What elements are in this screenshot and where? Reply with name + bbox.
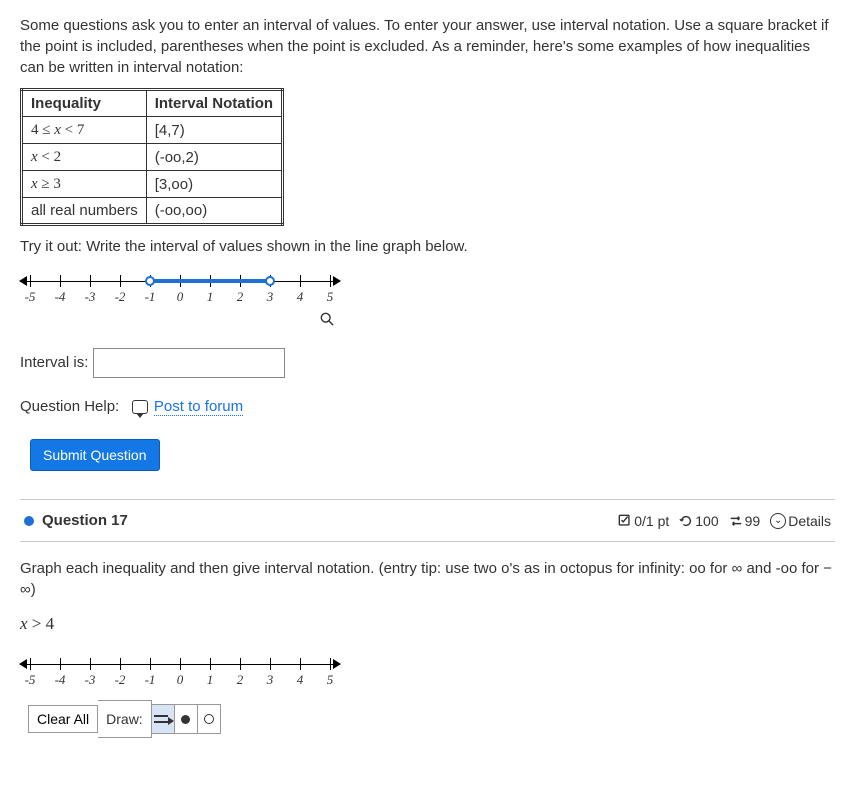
tryit-text: Try it out: Write the interval of values… [20, 238, 835, 255]
magnifier-icon[interactable] [320, 312, 334, 329]
arrow-right-icon [333, 659, 341, 669]
checkbox-icon [618, 514, 632, 528]
attempts-badge: 99 [729, 513, 761, 529]
tick-label: -4 [48, 672, 72, 688]
numberline-drawing[interactable]: -5 -4 -3 -2 -1 012345 [20, 652, 340, 692]
tick-label: 4 [288, 672, 312, 688]
retries-badge: 100 [679, 513, 718, 529]
table-row: x ≥ 3 [3,oo) [22, 171, 283, 198]
filled-dot-icon [181, 715, 190, 724]
score-badge: 0/1 pt [618, 513, 669, 529]
tick-label: -3 [78, 672, 102, 688]
intro-text: Some questions ask you to enter an inter… [20, 15, 835, 78]
draw-label: Draw: [98, 700, 152, 738]
tick-label: -1 [138, 672, 162, 688]
tick-label: -5 [18, 672, 42, 688]
help-label: Question Help: [20, 398, 119, 415]
post-forum-link[interactable]: Post to forum [154, 398, 243, 416]
tick-label: -5 [18, 289, 42, 305]
question-title: Question 17 [42, 512, 128, 529]
closed-point-tool-button[interactable] [175, 704, 198, 734]
details-link[interactable]: ⌄ Details [770, 513, 831, 529]
tick-label: 2 [228, 672, 252, 688]
tick-label: 3 [258, 672, 282, 688]
draw-toolbar: Clear All Draw: [28, 700, 835, 738]
arrow-right-icon [333, 276, 341, 286]
tick-label: -3 [78, 289, 102, 305]
swap-icon [729, 514, 743, 528]
tick-label: 0 [168, 289, 192, 305]
interval-input[interactable] [93, 348, 285, 378]
tick-label: -4 [48, 289, 72, 305]
status-dot-icon [24, 516, 34, 526]
open-point-tool-button[interactable] [198, 704, 221, 734]
inequality-expr: x > 4 [20, 614, 835, 634]
interval-label: Interval is: [20, 354, 88, 371]
table-row: all real numbers (-oo,oo) [22, 198, 283, 225]
ray-icon [154, 714, 172, 724]
header-notation: Interval Notation [146, 90, 282, 117]
tick-label: 5 [318, 672, 342, 688]
submit-button[interactable]: Submit Question [30, 439, 160, 471]
question-body: Graph each inequality and then give inte… [20, 558, 835, 600]
table-row: x < 2 (-oo,2) [22, 144, 283, 171]
tick-label: 1 [198, 672, 222, 688]
chevron-down-icon: ⌄ [770, 513, 786, 529]
header-inequality: Inequality [22, 90, 147, 117]
tick-label: -2 [108, 672, 132, 688]
tick-label: 5 [318, 289, 342, 305]
ray-tool-button[interactable] [152, 704, 175, 734]
tick-label: 0 [168, 672, 192, 688]
chat-icon [132, 400, 148, 414]
numberline-graph: -5 -4 -3 -2 -1 012345 [20, 269, 340, 309]
tick-label: -1 [138, 289, 162, 305]
tick-label: 3 [258, 289, 282, 305]
question-header: Question 17 0/1 pt 100 99 ⌄ Details [20, 499, 835, 542]
tick-label: 2 [228, 289, 252, 305]
tick-label: 4 [288, 289, 312, 305]
table-row: 4 ≤ x < 7 [4,7) [22, 117, 283, 144]
undo-icon [679, 514, 693, 528]
examples-table: Inequality Interval Notation 4 ≤ x < 7 [… [20, 88, 284, 226]
tick-label: 1 [198, 289, 222, 305]
clear-all-button[interactable]: Clear All [28, 705, 98, 733]
open-dot-icon [204, 714, 214, 724]
tick-label: -2 [108, 289, 132, 305]
